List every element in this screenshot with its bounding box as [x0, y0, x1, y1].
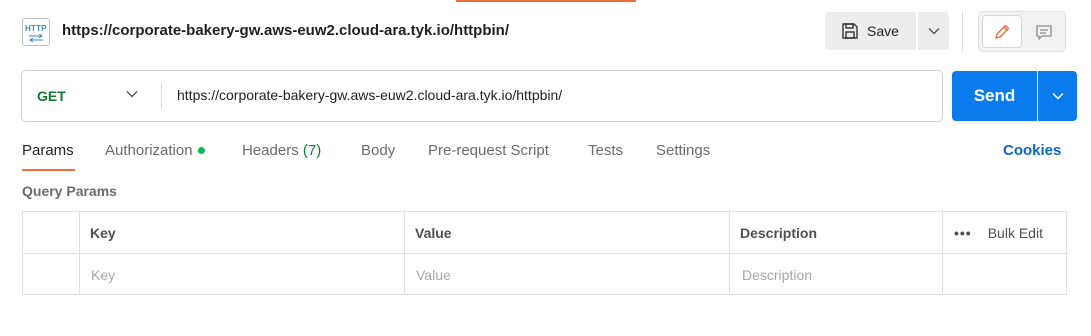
tab-headers-label: Headers — [242, 142, 299, 159]
column-header-value: Value — [415, 224, 452, 241]
column-divider — [79, 212, 80, 294]
request-title[interactable]: https://corporate-bakery-gw.aws-euw2.clo… — [62, 22, 509, 39]
send-button[interactable]: Send — [952, 71, 1037, 121]
tab-body[interactable]: Body — [361, 142, 395, 159]
method-label: GET — [37, 88, 66, 104]
tab-tests[interactable]: Tests — [588, 142, 623, 159]
edit-mode-button[interactable] — [982, 15, 1022, 48]
comment-icon — [1036, 24, 1052, 40]
chevron-down-icon — [1051, 92, 1064, 100]
request-header: HTTP https://corporate-bakery-gw.aws-euw… — [0, 0, 1091, 62]
chevron-down-icon — [126, 91, 138, 98]
query-params-title: Query Params — [22, 183, 117, 199]
save-options-button[interactable] — [918, 12, 949, 50]
request-url-bar: GET https://corporate-bakery-gw.aws-euw2… — [21, 70, 943, 122]
active-tab-indicator — [22, 169, 75, 171]
bulk-edit-button[interactable]: Bulk Edit — [988, 225, 1043, 241]
method-select[interactable]: GET — [22, 71, 161, 121]
chevron-down-icon — [928, 28, 939, 35]
view-mode-toggle — [978, 11, 1066, 52]
toolbar-divider — [962, 10, 963, 50]
send-options-button[interactable] — [1038, 71, 1077, 121]
column-header-key: Key — [90, 224, 116, 241]
more-options-icon[interactable]: ••• — [954, 225, 972, 241]
query-params-table: Key Value Description ••• Bulk Edit Key … — [22, 211, 1067, 295]
tab-pre-request-script[interactable]: Pre-request Script — [428, 142, 549, 159]
method-divider — [161, 82, 162, 110]
save-button-group: Save — [825, 12, 949, 50]
tab-authorization[interactable]: Authorization — [105, 142, 205, 159]
pencil-icon — [995, 24, 1010, 39]
value-input[interactable]: Value — [416, 254, 716, 295]
tab-settings[interactable]: Settings — [656, 142, 710, 159]
cookies-link[interactable]: Cookies — [1003, 142, 1061, 159]
column-divider — [404, 212, 405, 294]
row-checkbox-cell — [23, 254, 79, 295]
save-icon — [842, 23, 858, 39]
save-label: Save — [867, 23, 899, 39]
http-icon-label: HTTP — [25, 24, 47, 33]
key-input[interactable]: Key — [91, 254, 391, 295]
column-header-description: Description — [740, 224, 818, 241]
tab-authorization-label: Authorization — [105, 142, 193, 159]
description-input[interactable]: Description — [742, 254, 1062, 295]
tab-headers[interactable]: Headers (7) — [242, 142, 321, 159]
auth-status-dot — [197, 146, 205, 154]
http-request-icon: HTTP — [22, 18, 50, 46]
exchange-arrows-icon — [29, 34, 43, 42]
column-divider — [729, 212, 730, 294]
comments-button[interactable] — [1025, 15, 1063, 48]
send-button-group: Send — [952, 71, 1077, 121]
url-input[interactable]: https://corporate-bakery-gw.aws-euw2.clo… — [177, 87, 562, 103]
headers-count: (7) — [302, 142, 322, 159]
table-actions: ••• Bulk Edit — [954, 212, 1043, 253]
tab-params[interactable]: Params — [22, 142, 74, 159]
save-button[interactable]: Save — [825, 12, 916, 50]
